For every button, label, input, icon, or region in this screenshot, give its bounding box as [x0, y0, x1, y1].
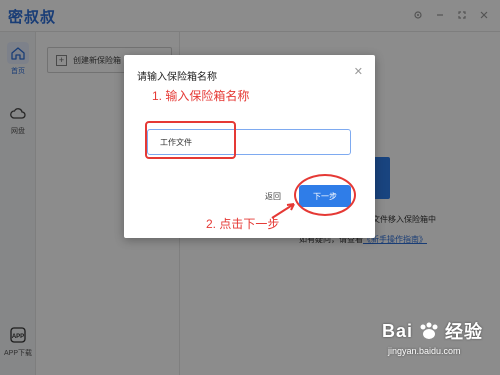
dialog-title: 请输入保险箱名称 [137, 72, 217, 83]
baidu-watermark: Bai 经验 jingyan.baidu.com [382, 318, 483, 357]
annotation-step1: 1. 输入保险箱名称 [152, 89, 250, 103]
watermark-brand-text: Bai [382, 320, 414, 341]
close-icon[interactable]: ✕ [354, 67, 363, 78]
paw-icon [420, 322, 438, 339]
annotation-step2: 2. 点击下一步 [206, 217, 280, 231]
watermark-url: jingyan.baidu.com [388, 346, 461, 356]
watermark-brand-suffix: 经验 [445, 322, 484, 342]
annotation-input-highlight [145, 121, 236, 159]
watermark-brand: Bai 经验 [382, 318, 483, 344]
annotation-next-highlight [294, 174, 356, 216]
